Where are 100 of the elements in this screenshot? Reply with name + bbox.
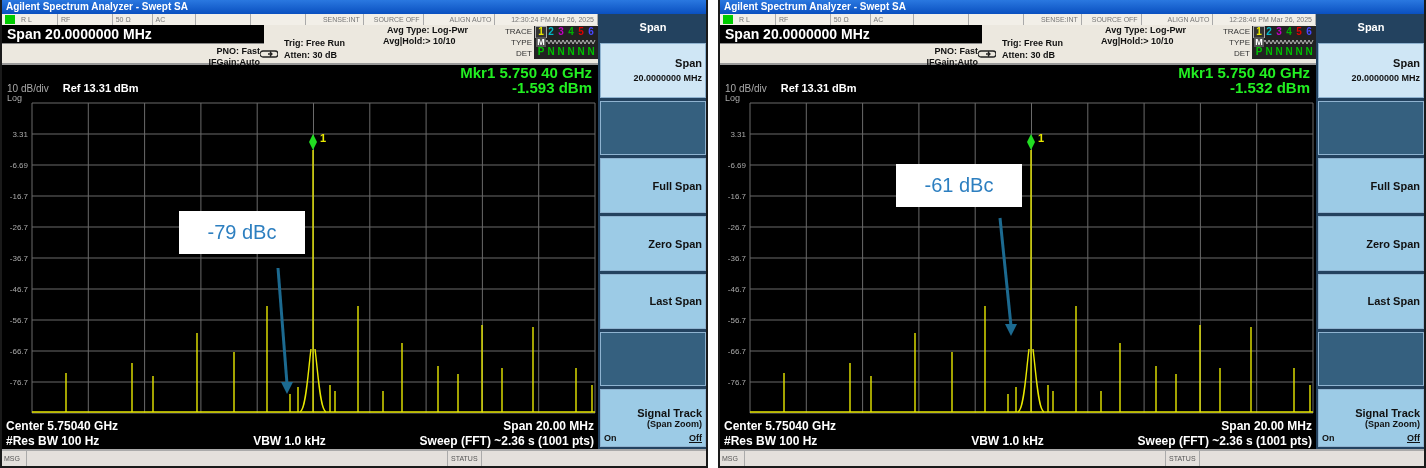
scale-text: 10 dB/div xyxy=(725,83,767,95)
setting-text: Avg Type: Log-Pwr xyxy=(1105,25,1187,36)
detector-text: N xyxy=(1274,47,1284,57)
scale-text: 10 dB/div xyxy=(7,83,49,95)
span-value: Span 20.00 MHz xyxy=(503,419,594,434)
center-frequency: Center 5.75040 GHz xyxy=(6,419,119,434)
setting-text: PNO: Fast xyxy=(933,46,978,57)
y-axis-label: -36.7 xyxy=(9,254,28,263)
resolution-bandwidth: #Res BW 100 Hz xyxy=(6,434,100,449)
marker-amplitude: -1.532 dBm xyxy=(1229,80,1310,95)
y-axis-label: -36.7 xyxy=(727,254,746,263)
setting-text: Atten: 30 dB xyxy=(284,49,338,61)
softkey[interactable]: Signal Track (Span Zoom) On Off xyxy=(600,389,706,448)
active-function: Span 20.0000000 MHz xyxy=(720,25,982,44)
video-bandwidth: VBW 1.0 kHz xyxy=(971,434,1044,449)
active-function: Span 20.0000000 MHz xyxy=(2,25,264,44)
setting-text: Trig: Free Run xyxy=(1002,37,1063,49)
softkey[interactable]: Last Span xyxy=(600,273,706,329)
sweep-time: Sweep (FFT) ~2.36 s (1001 pts) xyxy=(1137,434,1312,449)
softkey[interactable]: Span 20.0000000 MHz xyxy=(600,43,706,98)
setting-text: Trig: Free Run xyxy=(284,37,345,49)
trace-table-label: TRACE xyxy=(1222,26,1250,37)
detector-text: N xyxy=(586,47,596,57)
detector-text: N xyxy=(576,47,586,57)
detector-text: N xyxy=(566,47,576,57)
loop-icon xyxy=(978,49,996,59)
lxi-icon xyxy=(5,15,15,24)
y-axis-label: -16.7 xyxy=(727,192,746,201)
y-axis-label: 3.31 xyxy=(12,130,28,139)
trace-table-label: DET xyxy=(515,48,532,59)
marker-label: 1 xyxy=(320,132,327,144)
reference-level: Ref 13.31 dBm xyxy=(62,82,139,94)
softkey[interactable]: Full Span xyxy=(600,158,706,214)
menu-title: Span xyxy=(638,20,668,35)
y-axis-label: -56.7 xyxy=(727,316,746,325)
sweep-time: Sweep (FFT) ~2.36 s (1001 pts) xyxy=(419,434,594,449)
setting-text: Avg|Hold:> 10/10 xyxy=(383,36,457,47)
y-axis-label: -26.7 xyxy=(9,223,28,232)
softkey[interactable] xyxy=(600,100,706,156)
trace-number[interactable]: 2 xyxy=(1264,27,1274,37)
marker-amplitude: -1.593 dBm xyxy=(511,80,592,95)
setting-text: Avg|Hold:> 10/10 xyxy=(1101,36,1175,47)
marker-icon xyxy=(1027,134,1035,150)
detector-text: N xyxy=(556,47,566,57)
y-axis-label: -66.7 xyxy=(9,347,28,356)
softkey[interactable]: Signal Track (Span Zoom) On Off xyxy=(1318,389,1424,448)
marker-frequency: Mkr1 5.750 40 GHz xyxy=(1178,65,1310,80)
reference-level: Ref 13.31 dBm xyxy=(780,82,857,94)
y-axis-label: -46.7 xyxy=(727,285,746,294)
detector-text: P xyxy=(1254,47,1264,57)
trace-table-label: TYPE xyxy=(1228,37,1250,48)
trace-number[interactable]: 4 xyxy=(566,27,576,37)
wave-icon xyxy=(546,38,596,46)
setting-text: IFGain:Auto xyxy=(208,57,260,68)
marker-frequency: Mkr1 5.750 40 GHz xyxy=(460,65,592,80)
softkey[interactable] xyxy=(1318,100,1424,156)
y-axis-label: -76.7 xyxy=(9,378,28,387)
setting-text: Atten: 30 dB xyxy=(1002,49,1056,61)
trace-table-label: TYPE xyxy=(510,37,532,48)
detector-text: N xyxy=(1284,47,1294,57)
trace-number[interactable]: 1 xyxy=(1254,27,1264,37)
marker-icon xyxy=(309,134,317,150)
video-bandwidth: VBW 1.0 kHz xyxy=(253,434,326,449)
y-axis-label: -6.69 xyxy=(9,161,28,170)
y-axis-label: -76.7 xyxy=(727,378,746,387)
loop-icon xyxy=(260,49,278,59)
softkey[interactable]: Span 20.0000000 MHz xyxy=(1318,43,1424,98)
detector-text: N xyxy=(1294,47,1304,57)
trace-number[interactable]: 1 xyxy=(536,27,546,37)
detector-text: P xyxy=(536,47,546,57)
trace-number[interactable]: 2 xyxy=(546,27,556,37)
softkey[interactable]: Zero Span xyxy=(1318,216,1424,271)
window-title: Agilent Spectrum Analyzer - Swept SA xyxy=(2,0,706,14)
y-axis-label: -46.7 xyxy=(9,285,28,294)
trace-type: M xyxy=(1254,37,1264,47)
resolution-bandwidth: #Res BW 100 Hz xyxy=(724,434,818,449)
annotation-label: -79 dBc xyxy=(179,211,305,254)
detector-text: N xyxy=(1304,47,1314,57)
y-axis-label: -16.7 xyxy=(9,192,28,201)
y-axis-label: -26.7 xyxy=(727,223,746,232)
trace-table-label: DET xyxy=(1233,48,1250,59)
y-axis-label: -66.7 xyxy=(727,347,746,356)
scale-type: Log xyxy=(725,94,742,102)
softkey[interactable] xyxy=(1318,331,1424,387)
softkey[interactable]: Full Span xyxy=(1318,158,1424,214)
y-axis-label: 3.31 xyxy=(730,130,746,139)
softkey[interactable] xyxy=(600,331,706,387)
detector-text: N xyxy=(1264,47,1274,57)
span-value: Span 20.00 MHz xyxy=(1221,419,1312,434)
trace-table-label: TRACE xyxy=(504,26,532,37)
trace-number[interactable]: 4 xyxy=(1284,27,1294,37)
softkey[interactable]: Zero Span xyxy=(600,216,706,271)
scale-type: Log xyxy=(7,94,24,102)
marker-label: 1 xyxy=(1038,132,1045,144)
trace-type: M xyxy=(536,37,546,47)
setting-text: IFGain:Auto xyxy=(926,57,978,68)
setting-text: Avg Type: Log-Pwr xyxy=(387,25,469,36)
softkey[interactable]: Last Span xyxy=(1318,273,1424,329)
menu-title: Span xyxy=(1356,20,1386,35)
y-axis-label: -56.7 xyxy=(9,316,28,325)
